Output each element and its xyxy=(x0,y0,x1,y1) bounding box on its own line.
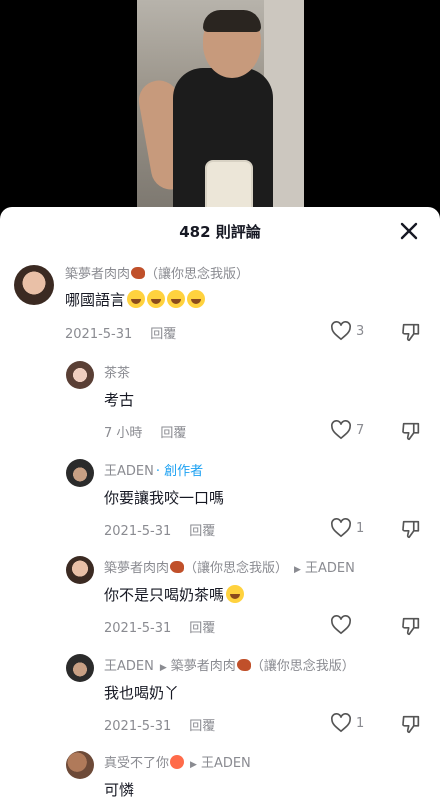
like-count: 1 xyxy=(356,715,365,731)
creator-badge: · 創作者 xyxy=(155,464,204,479)
heart-icon xyxy=(331,713,351,733)
comment-username[interactable]: 築夢者肉肉 （讓你思念我版） xyxy=(65,263,249,282)
comments-sheet: 482 則評論 築夢者肉肉 （讓你思念我版） 哪國語言 2021-5-31 回覆 3… xyxy=(0,207,440,800)
heart-icon xyxy=(331,518,351,538)
username-text: 王ADEN xyxy=(104,464,154,479)
sweat-smile-emoji-icon xyxy=(167,290,186,308)
reply-button[interactable]: 回覆 xyxy=(150,327,176,342)
reply-to-username[interactable]: 王ADEN xyxy=(305,561,355,576)
reply-to-username[interactable]: 築夢者肉肉 xyxy=(171,659,236,674)
avatar[interactable] xyxy=(66,751,94,779)
comment-date: 2021-5-31 xyxy=(104,524,172,539)
thumbs-down-icon[interactable] xyxy=(400,321,422,343)
comment-text: 考古 xyxy=(104,389,134,410)
comment-text-content: 你要讓我咬一口嗎 xyxy=(104,489,225,507)
comment-meta: 7 小時 回覆 xyxy=(104,422,186,441)
comment-date: 2021-5-31 xyxy=(104,621,172,636)
comment-meta: 2021-5-31 回覆 xyxy=(65,323,176,342)
like-button[interactable]: 1 xyxy=(330,713,366,733)
comment-date: 2021-5-31 xyxy=(65,327,133,342)
thumbs-down-icon[interactable] xyxy=(400,420,422,442)
heart-icon xyxy=(331,420,351,440)
comment-text-content: 你不是只喝奶茶嗎 xyxy=(104,586,225,604)
video-jar xyxy=(205,160,253,210)
username-text: 王ADEN xyxy=(104,659,154,674)
thumbs-down-icon[interactable] xyxy=(400,713,422,735)
comment-text-content: 哪國語言 xyxy=(65,291,126,309)
comment-text: 我也喝奶丫 xyxy=(104,682,179,703)
sweat-smile-emoji-icon xyxy=(147,290,166,308)
like-count: 1 xyxy=(356,520,365,536)
username-text: 築夢者肉肉 xyxy=(65,267,131,282)
comment-meta: 2021-5-31 回覆 xyxy=(104,520,215,539)
reply-button[interactable]: 回覆 xyxy=(160,426,186,441)
reply-button[interactable]: 回覆 xyxy=(189,621,215,636)
avatar[interactable] xyxy=(14,265,54,305)
reply-arrow-icon: ▶ xyxy=(190,760,197,770)
comment-meta: 2021-5-31 回覆 xyxy=(104,715,215,734)
like-button[interactable] xyxy=(330,615,366,635)
avatar[interactable] xyxy=(66,459,94,487)
thumbs-down-icon[interactable] xyxy=(400,615,422,637)
heart-icon xyxy=(331,615,351,635)
username-suffix: （讓你思念我版） xyxy=(184,561,289,576)
avatar[interactable] xyxy=(66,361,94,389)
comment-text: 哪國語言 xyxy=(65,289,206,310)
username-text: 築夢者肉肉 xyxy=(104,561,170,576)
comment-text-content: 考古 xyxy=(104,391,135,409)
reply-item: 王ADEN ▶ 築夢者肉肉 （讓你思念我版） 我也喝奶丫 2021-5-31 回覆 1 xyxy=(0,645,440,740)
comment-username[interactable]: 王ADEN · 創作者 xyxy=(104,460,203,479)
like-button[interactable]: 1 xyxy=(330,518,366,538)
meat-emoji-icon xyxy=(131,267,146,279)
comment-text: 可憐 xyxy=(104,779,134,800)
comments-count-title: 482 則評論 xyxy=(179,222,261,241)
comment-text-content: 我也喝奶丫 xyxy=(104,684,180,702)
comment-username[interactable]: 築夢者肉肉 （讓你思念我版） ▶ 王ADEN xyxy=(104,557,355,576)
meat-emoji-icon xyxy=(170,561,185,573)
meat-emoji-icon xyxy=(236,659,251,671)
reply-button[interactable]: 回覆 xyxy=(189,719,215,734)
reply-arrow-icon: ▶ xyxy=(159,663,167,673)
comment-text: 你不是只喝奶茶嗎 xyxy=(104,584,245,605)
reply-item: 王ADEN · 創作者 你要讓我咬一口嗎 2021-5-31 回覆 1 xyxy=(0,450,440,545)
comment-username[interactable]: 真受不了你 ▶ 王ADEN xyxy=(104,752,251,771)
comment-item: 築夢者肉肉 （讓你思念我版） 哪國語言 2021-5-31 回覆 3 xyxy=(0,255,440,350)
sweat-smile-emoji-icon xyxy=(127,290,146,308)
comment-text: 你要讓我咬一口嗎 xyxy=(104,487,224,508)
comment-date: 7 小時 xyxy=(104,426,143,441)
comments-header: 482 則評論 xyxy=(0,207,440,255)
video-person xyxy=(137,10,275,210)
reply-arrow-icon: ▶ xyxy=(294,565,301,575)
username-text: 茶茶 xyxy=(104,366,131,381)
reply-to-username[interactable]: 王ADEN xyxy=(201,756,251,771)
reply-item: 真受不了你 ▶ 王ADEN 可憐 xyxy=(0,742,440,800)
comment-date: 2021-5-31 xyxy=(104,719,172,734)
reply-button[interactable]: 回覆 xyxy=(189,524,215,539)
reply-item: 築夢者肉肉 （讓你思念我版） ▶ 王ADEN 你不是只喝奶茶嗎 2021-5-31 回覆 xyxy=(0,547,440,642)
avatar[interactable] xyxy=(66,556,94,584)
video-frame xyxy=(137,0,304,210)
sweat-smile-emoji-icon xyxy=(187,290,206,308)
heart-icon xyxy=(331,321,351,341)
username-text: 真受不了你 xyxy=(104,756,170,771)
reply-item: 茶茶 考古 7 小時 回覆 7 xyxy=(0,352,440,447)
like-count: 7 xyxy=(356,422,365,438)
comment-text-content: 可憐 xyxy=(104,781,135,799)
video-hair xyxy=(203,10,261,32)
like-button[interactable]: 7 xyxy=(330,420,366,440)
video-player[interactable] xyxy=(0,0,440,215)
reply-to-suffix: （讓你思念我版） xyxy=(250,659,355,674)
comment-username[interactable]: 茶茶 xyxy=(104,362,130,381)
like-count: 3 xyxy=(356,323,365,339)
angry-face-emoji-icon xyxy=(170,755,185,769)
username-suffix: （讓你思念我版） xyxy=(145,267,250,282)
comment-meta: 2021-5-31 回覆 xyxy=(104,617,215,636)
comment-username[interactable]: 王ADEN ▶ 築夢者肉肉 （讓你思念我版） xyxy=(104,655,355,674)
like-button[interactable]: 3 xyxy=(330,321,366,341)
laughing-tears-emoji-icon xyxy=(226,585,245,603)
avatar[interactable] xyxy=(66,654,94,682)
thumbs-down-icon[interactable] xyxy=(400,518,422,540)
close-icon[interactable] xyxy=(398,220,420,242)
